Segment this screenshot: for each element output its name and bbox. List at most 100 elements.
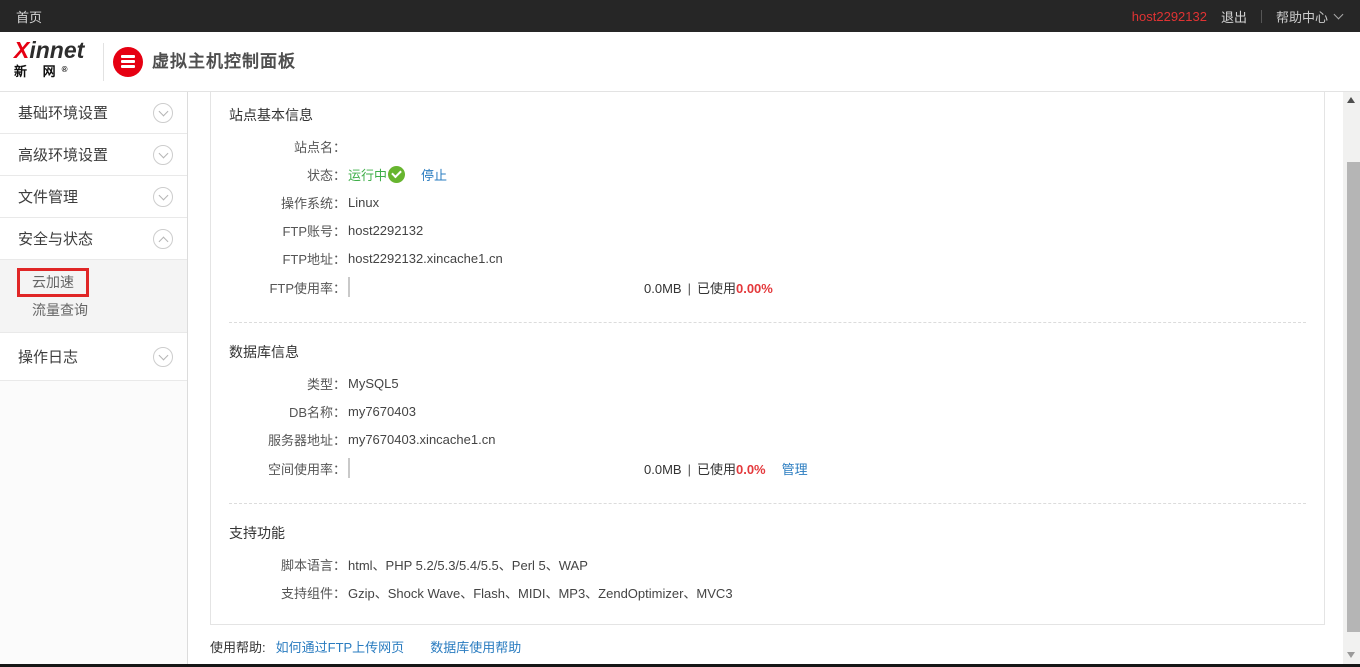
sidebar-item-file-management[interactable]: 文件管理: [0, 176, 187, 218]
row-label: 类型：: [229, 374, 346, 393]
row-ftp-address: FTP地址： host2292132.xincache1.cn: [229, 244, 1324, 272]
stop-site-link[interactable]: 停止: [421, 165, 447, 184]
row-label: FTP地址：: [229, 249, 346, 268]
row-db-name: DB名称： my7670403: [229, 397, 1324, 425]
row-label: 空间使用率：: [229, 459, 346, 478]
ftp-used-label: 已使用: [697, 281, 736, 296]
sidebar-filler: [0, 381, 187, 664]
topbar-right: host2292132 退出 帮助中心: [1132, 7, 1342, 26]
row-label: 站点名：: [229, 137, 346, 156]
sidebar-item-operation-log[interactable]: 操作日志: [0, 333, 187, 381]
vertical-scrollbar[interactable]: [1343, 92, 1360, 664]
sidebar-item-basic-env[interactable]: 基础环境设置: [0, 92, 187, 134]
chevron-down-icon: [153, 187, 173, 207]
row-label: FTP使用率：: [229, 278, 346, 297]
scrollbar-thumb[interactable]: [1347, 162, 1360, 632]
topbar-divider: [1261, 10, 1262, 23]
logo-chinese: 新 网®: [14, 65, 84, 78]
row-ftp-account: FTP账号： host2292132: [229, 216, 1324, 244]
db-usage-amount: 0.0MB: [644, 462, 682, 477]
db-type-value: MySQL5: [348, 376, 399, 391]
db-usage-help-link[interactable]: 数据库使用帮助: [430, 637, 521, 656]
page-title: 虚拟主机控制面板: [152, 32, 296, 92]
ftp-usage-progress-bar: [348, 277, 350, 297]
db-used-label: 已使用: [697, 462, 736, 477]
components-value: Gzip、Shock Wave、Flash、MIDI、MP3、ZendOptim…: [348, 583, 733, 602]
virtual-host-control-panel: 首页 host2292132 退出 帮助中心 Xinnet 新 网® 虚拟主机控…: [0, 0, 1360, 667]
main-content: 站点基本信息 站点名： 状态： 运行中 停止 操作系统： Linux: [188, 92, 1343, 664]
section-title-site-info: 站点基本信息: [229, 104, 1324, 126]
sidebar-item-label: 高级环境设置: [18, 144, 153, 165]
db-server-value: my7670403.xincache1.cn: [348, 432, 495, 447]
header-divider: [103, 43, 104, 81]
db-usage-progress-bar: [348, 458, 350, 478]
row-site-name: 站点名：: [229, 132, 1324, 160]
ftp-usage-amount: 0.0MB: [644, 281, 682, 296]
row-os: 操作系统： Linux: [229, 188, 1324, 216]
status-running-check-icon: [388, 166, 405, 183]
sidebar: 基础环境设置 高级环境设置 文件管理 安全与状态 云加速 流量查询: [0, 92, 188, 664]
usage-separator: |: [688, 462, 691, 477]
cloud-acceleration-highlight-box[interactable]: 云加速: [17, 268, 89, 297]
scroll-up-arrow-icon[interactable]: [1343, 92, 1360, 108]
sidebar-submenu: 云加速 流量查询: [0, 260, 187, 333]
row-label: 状态：: [229, 165, 346, 184]
help-prefix: 使用帮助:: [210, 637, 266, 656]
xinnet-logo[interactable]: Xinnet 新 网®: [14, 39, 84, 78]
ftp-usage-text: 0.0MB | 已使用0.00%: [644, 278, 773, 297]
row-components: 支持组件： Gzip、Shock Wave、Flash、MIDI、MP3、Zen…: [229, 578, 1324, 606]
sidebar-item-security-status[interactable]: 安全与状态: [0, 218, 187, 260]
logout-link[interactable]: 退出: [1221, 7, 1247, 26]
registered-mark: ®: [62, 65, 68, 74]
row-ftp-usage: FTP使用率： 0.0MB | 已使用0.00%: [229, 272, 1324, 302]
page-body: 基础环境设置 高级环境设置 文件管理 安全与状态 云加速 流量查询: [0, 92, 1360, 664]
logo-x: X: [14, 37, 29, 63]
section-title-features: 支持功能: [229, 522, 1324, 544]
ftp-upload-help-link[interactable]: 如何通过FTP上传网页: [276, 637, 405, 656]
chevron-down-icon: [153, 145, 173, 165]
sidebar-subitem-traffic-query[interactable]: 流量查询: [0, 297, 187, 323]
db-name-value: my7670403: [348, 404, 416, 419]
db-manage-link[interactable]: 管理: [782, 459, 808, 478]
sidebar-subitem-cloud-acceleration[interactable]: 云加速: [0, 268, 187, 297]
home-link[interactable]: 首页: [16, 7, 42, 26]
row-label: 脚本语言：: [229, 555, 346, 574]
sidebar-item-label: 安全与状态: [18, 228, 153, 249]
help-links-row: 使用帮助: 如何通过FTP上传网页 数据库使用帮助: [210, 637, 1343, 656]
usage-separator: |: [688, 281, 691, 296]
row-db-usage: 空间使用率： 0.0MB | 已使用0.0% 管理: [229, 453, 1324, 483]
app-header: Xinnet 新 网® 虚拟主机控制面板: [0, 32, 1360, 92]
sidebar-subitem-label: 流量查询: [32, 300, 88, 320]
sidebar-item-label: 文件管理: [18, 186, 153, 207]
ftp-used-percent: 0.00%: [736, 281, 773, 296]
section-divider: [229, 503, 1306, 504]
db-used-percent: 0.0%: [736, 462, 766, 477]
logo-latin: Xinnet: [14, 39, 84, 62]
row-status: 状态： 运行中 停止: [229, 160, 1324, 188]
ftp-address-value: host2292132.xincache1.cn: [348, 251, 503, 266]
logo-cn-text: 新 网: [14, 64, 62, 79]
chevron-down-icon: [153, 347, 173, 367]
help-center-label: 帮助中心: [1276, 7, 1328, 26]
help-center-menu[interactable]: 帮助中心: [1276, 7, 1342, 26]
control-panel-list-icon: [113, 47, 143, 77]
row-label: 支持组件：: [229, 583, 346, 602]
section-divider: [229, 322, 1306, 323]
scroll-down-arrow-icon[interactable]: [1343, 646, 1360, 662]
host-info-card: 站点基本信息 站点名： 状态： 运行中 停止 操作系统： Linux: [210, 92, 1325, 625]
logo-rest: innet: [29, 37, 84, 63]
row-label: 服务器地址：: [229, 430, 346, 449]
status-running-text: 运行中: [348, 165, 387, 184]
sidebar-item-advanced-env[interactable]: 高级环境设置: [0, 134, 187, 176]
os-value: Linux: [348, 195, 379, 210]
row-script-languages: 脚本语言： html、PHP 5.2/5.3/5.4/5.5、Perl 5、WA…: [229, 550, 1324, 578]
topbar: 首页 host2292132 退出 帮助中心: [0, 0, 1360, 32]
chevron-up-icon: [153, 229, 173, 249]
row-label: DB名称：: [229, 402, 346, 421]
row-db-type: 类型： MySQL5: [229, 369, 1324, 397]
db-usage-text: 0.0MB | 已使用0.0%: [644, 459, 766, 478]
script-languages-value: html、PHP 5.2/5.3/5.4/5.5、Perl 5、WAP: [348, 555, 588, 574]
username-link[interactable]: host2292132: [1132, 9, 1207, 24]
chevron-down-icon: [1334, 9, 1344, 19]
sidebar-item-label: 基础环境设置: [18, 102, 153, 123]
